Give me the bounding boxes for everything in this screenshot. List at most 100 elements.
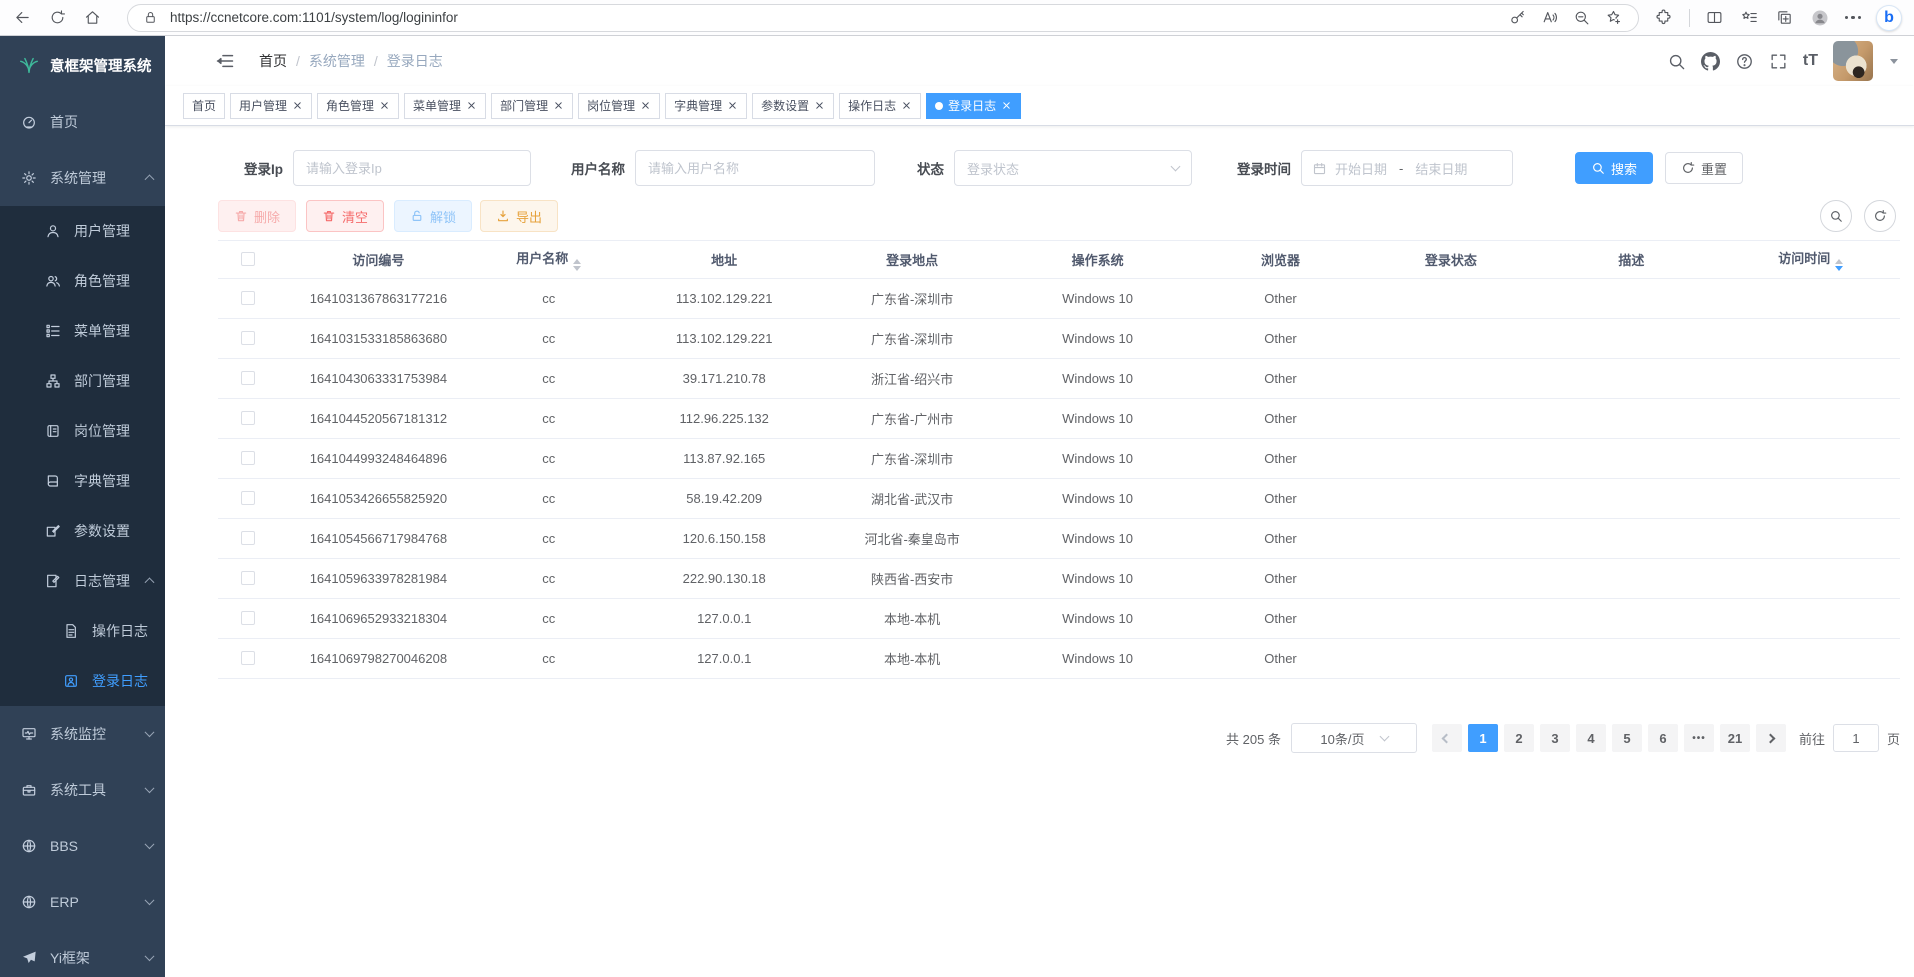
- row-checkbox[interactable]: [241, 531, 255, 545]
- row-checkbox[interactable]: [241, 571, 255, 585]
- page-button-2[interactable]: 2: [1504, 724, 1534, 752]
- collections-icon[interactable]: [1775, 8, 1795, 28]
- reset-button[interactable]: 重置: [1665, 152, 1743, 184]
- tab-close-icon[interactable]: [901, 100, 912, 111]
- row-checkbox[interactable]: [241, 491, 255, 505]
- tab-login-log[interactable]: 登录日志: [926, 93, 1021, 119]
- tab-close-icon[interactable]: [814, 100, 825, 111]
- tab-operation-log[interactable]: 操作日志: [839, 93, 921, 119]
- login-ip-input[interactable]: [293, 150, 531, 186]
- sort-icons[interactable]: [573, 259, 581, 271]
- read-aloud-icon[interactable]: [1540, 8, 1560, 28]
- page-button-1[interactable]: 1: [1468, 724, 1498, 752]
- sidebar-item-log-management[interactable]: 日志管理: [0, 556, 165, 606]
- zoom-out-icon[interactable]: [1572, 8, 1592, 28]
- bing-copilot-icon[interactable]: b: [1876, 5, 1902, 31]
- tab-home[interactable]: 首页: [183, 93, 225, 119]
- extensions-icon[interactable]: [1654, 8, 1674, 28]
- tab-close-icon[interactable]: [553, 100, 564, 111]
- row-checkbox[interactable]: [241, 331, 255, 345]
- tab-user-management[interactable]: 用户管理: [230, 93, 312, 119]
- sidebar-item-yi-framework[interactable]: Yi框架: [0, 930, 165, 977]
- site-lock-icon[interactable]: [142, 8, 158, 28]
- browser-back-button[interactable]: [12, 8, 32, 28]
- export-button[interactable]: 导出: [480, 200, 558, 232]
- col-user-name[interactable]: 用户名称: [479, 241, 619, 279]
- status-select[interactable]: 登录状态: [954, 150, 1192, 186]
- sidebar-collapse-icon[interactable]: [215, 51, 235, 71]
- favorites-icon[interactable]: [1740, 8, 1760, 28]
- sidebar-item-dept-management[interactable]: 部门管理: [0, 356, 165, 406]
- row-checkbox[interactable]: [241, 371, 255, 385]
- fullscreen-icon[interactable]: [1769, 52, 1788, 71]
- password-key-icon[interactable]: [1508, 8, 1528, 28]
- tab-close-icon[interactable]: [640, 100, 651, 111]
- tab-parameter-settings[interactable]: 参数设置: [752, 93, 834, 119]
- browser-menu-icon[interactable]: [1845, 16, 1862, 20]
- sidebar-item-user-management[interactable]: 用户管理: [0, 206, 165, 256]
- row-checkbox[interactable]: [241, 651, 255, 665]
- select-all-checkbox[interactable]: [241, 252, 255, 266]
- delete-button[interactable]: 删除: [218, 200, 296, 232]
- col-visit-time[interactable]: 访问时间: [1722, 241, 1900, 279]
- tab-close-icon[interactable]: [1001, 100, 1012, 111]
- page-button-21[interactable]: 21: [1720, 724, 1750, 752]
- user-avatar[interactable]: [1833, 41, 1873, 81]
- page-size-select[interactable]: 10条/页: [1291, 723, 1417, 753]
- tab-close-icon[interactable]: [727, 100, 738, 111]
- tab-post-management[interactable]: 岗位管理: [578, 93, 660, 119]
- help-question-icon[interactable]: [1735, 52, 1754, 71]
- header-search-icon[interactable]: [1667, 52, 1686, 71]
- clear-button[interactable]: 清空: [306, 200, 384, 232]
- address-bar[interactable]: https://ccnetcore.com:1101/system/log/lo…: [127, 4, 1639, 32]
- toggle-search-icon[interactable]: [1820, 200, 1852, 232]
- page-button-4[interactable]: 4: [1576, 724, 1606, 752]
- browser-home-button[interactable]: [82, 8, 102, 28]
- tab-dept-management[interactable]: 部门管理: [491, 93, 573, 119]
- tab-role-management[interactable]: 角色管理: [317, 93, 399, 119]
- breadcrumb-home[interactable]: 首页: [259, 51, 287, 71]
- sidebar-item-home[interactable]: 首页: [0, 94, 165, 150]
- page-ellipsis[interactable]: •••: [1684, 724, 1714, 752]
- tab-close-icon[interactable]: [292, 100, 303, 111]
- browser-profile-icon[interactable]: [1810, 8, 1830, 28]
- row-checkbox[interactable]: [241, 611, 255, 625]
- split-screen-icon[interactable]: [1705, 8, 1725, 28]
- sidebar-item-dict-management[interactable]: 字典管理: [0, 456, 165, 506]
- sidebar-item-erp[interactable]: ERP: [0, 874, 165, 930]
- sidebar-item-parameter-settings[interactable]: 参数设置: [0, 506, 165, 556]
- row-checkbox[interactable]: [241, 291, 255, 305]
- page-button-5[interactable]: 5: [1612, 724, 1642, 752]
- sidebar-item-menu-management[interactable]: 菜单管理: [0, 306, 165, 356]
- goto-page-input[interactable]: [1833, 724, 1879, 752]
- row-checkbox[interactable]: [241, 411, 255, 425]
- app-logo[interactable]: 意框架管理系统: [0, 36, 165, 94]
- font-size-icon[interactable]: tT: [1803, 52, 1818, 70]
- sidebar-item-system-management[interactable]: 系统管理: [0, 150, 165, 206]
- search-button[interactable]: 搜索: [1575, 152, 1653, 184]
- date-range-input[interactable]: 开始日期 - 结束日期: [1301, 150, 1513, 186]
- sidebar-item-login-log[interactable]: 登录日志: [0, 656, 165, 706]
- sidebar-item-post-management[interactable]: 岗位管理: [0, 406, 165, 456]
- page-button-3[interactable]: 3: [1540, 724, 1570, 752]
- unlock-button[interactable]: 解锁: [394, 200, 472, 232]
- sidebar-item-role-management[interactable]: 角色管理: [0, 256, 165, 306]
- page-button-6[interactable]: 6: [1648, 724, 1678, 752]
- tab-menu-management[interactable]: 菜单管理: [404, 93, 486, 119]
- github-icon[interactable]: [1701, 52, 1720, 71]
- user-name-input[interactable]: [635, 150, 875, 186]
- sidebar-item-system-monitor[interactable]: 系统监控: [0, 706, 165, 762]
- sidebar-item-operation-log[interactable]: 操作日志: [0, 606, 165, 656]
- sidebar-item-system-tools[interactable]: 系统工具: [0, 762, 165, 818]
- add-favorite-icon[interactable]: [1604, 8, 1624, 28]
- refresh-table-icon[interactable]: [1864, 200, 1896, 232]
- next-page-button[interactable]: [1756, 724, 1786, 752]
- prev-page-button[interactable]: [1432, 724, 1462, 752]
- browser-reload-button[interactable]: [47, 8, 67, 28]
- avatar-caret-icon[interactable]: [1890, 59, 1898, 64]
- tab-close-icon[interactable]: [466, 100, 477, 111]
- sort-icons[interactable]: [1835, 259, 1843, 271]
- tab-close-icon[interactable]: [379, 100, 390, 111]
- row-checkbox[interactable]: [241, 451, 255, 465]
- sidebar-item-bbs[interactable]: BBS: [0, 818, 165, 874]
